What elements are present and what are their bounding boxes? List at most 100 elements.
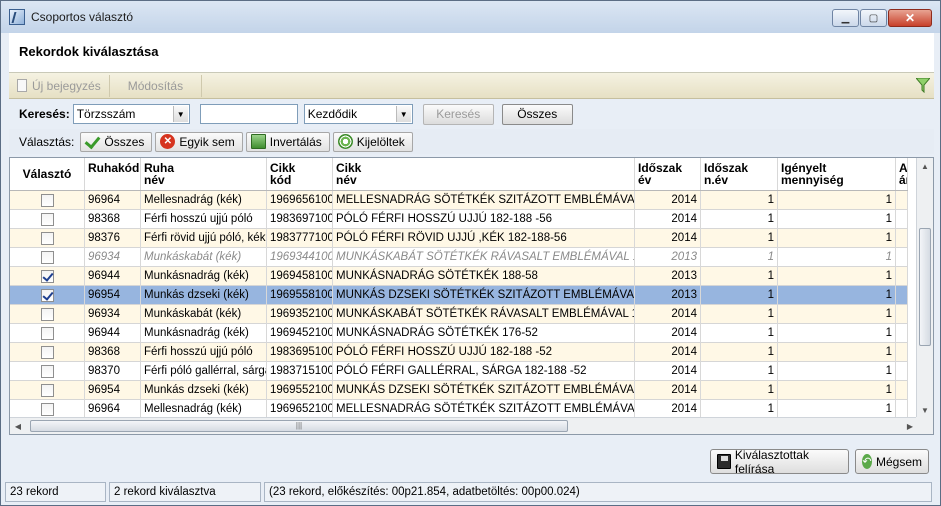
cancel-icon: ✕ — [160, 134, 176, 149]
horizontal-scrollbar[interactable]: ◀ ||| ▶ — [10, 417, 918, 434]
select-all-button[interactable]: Összes — [80, 131, 153, 152]
records-table: Választó Ruhakód Ruha név Cikk kód Cikk név I… — [9, 157, 934, 435]
row-checkbox[interactable] — [40, 194, 54, 207]
selected-only-label: Kijelöltek — [356, 134, 405, 149]
table-row[interactable]: 96954 Munkás dzseki (kék) 1969552100 MUNKÁS… — [10, 381, 908, 400]
cancel-button[interactable]: ↶ Mégsem — [855, 449, 929, 474]
scroll-left-icon[interactable]: ◀ — [10, 418, 26, 434]
table-row[interactable]: 96934 Munkáskabát (kék) 1969352100 MUNKÁSKA… — [10, 305, 908, 324]
column-header[interactable]: Cikk kód — [267, 158, 333, 190]
row-checkbox[interactable] — [40, 213, 54, 226]
invert-selection-button[interactable]: Invertálás — [245, 131, 330, 152]
modify-label: Módosítás — [127, 78, 184, 93]
table-row[interactable]: 96954 Munkás dzseki (kék) 1969558100 MUNKÁS… — [10, 286, 908, 305]
column-header[interactable]: Cikk név — [333, 158, 635, 190]
cell-ruha-nev: Munkásnadrág (kék) — [141, 267, 267, 286]
cell-cikk-kod: 1969656100 — [267, 191, 333, 210]
cell-ruhakod: 98368 — [85, 210, 141, 229]
row-checkbox[interactable] — [40, 365, 54, 378]
selected-only-button[interactable]: Kijelöltek — [332, 131, 413, 152]
cell-nev: 1 — [701, 362, 778, 381]
table-row[interactable]: 98370 Férfi póló gallérral, sárga 19837151… — [10, 362, 908, 381]
row-checkbox[interactable] — [40, 232, 54, 245]
column-header[interactable]: Időszak n.év — [701, 158, 778, 190]
cell-cikk-kod: 1969458100 — [267, 267, 333, 286]
table-row[interactable]: 98376 Férfi rövid ujjú póló, kék 198377710… — [10, 229, 908, 248]
cell-cikk-nev: PÓLÓ FÉRFI RÖVID UJJÚ ,KÉK 182-188-56 — [333, 229, 635, 248]
row-checkbox[interactable] — [40, 403, 54, 416]
horizontal-scroll-thumb[interactable]: ||| — [30, 420, 568, 432]
row-checkbox[interactable] — [40, 327, 54, 340]
cell-ev: 2014 — [635, 381, 701, 400]
table-row[interactable]: 98368 Férfi hosszú ujjú póló 1983697100 PÓL… — [10, 210, 908, 229]
cell-cikk-kod: 1983715100 — [267, 362, 333, 381]
cell-cikk-kod: 1969558100 — [267, 286, 333, 305]
cell-ev: 2014 — [635, 210, 701, 229]
select-none-button[interactable]: ✕ Egyik sem — [155, 131, 243, 152]
column-header[interactable]: Al ár — [896, 158, 908, 190]
search-button[interactable]: Keresés — [422, 103, 494, 125]
cell-ev: 2013 — [635, 286, 701, 305]
cell-ruhakod: 96934 — [85, 305, 141, 324]
cell-menny: 1 — [778, 324, 896, 343]
cell-cikk-kod: 1969344100 — [267, 248, 333, 267]
row-checkbox[interactable] — [40, 251, 54, 264]
new-note-button[interactable]: Új bejegyzés — [9, 74, 110, 97]
table-row[interactable]: 96944 Munkásnadrág (kék) 1969452100 MUNKÁSN… — [10, 324, 908, 343]
row-checkbox[interactable] — [40, 308, 54, 321]
cell-cikk-nev: PÓLÓ FÉRFI HOSSZÚ UJJÚ 182-188 -56 — [333, 210, 635, 229]
table-header: Választó Ruhakód Ruha név Cikk kód Cikk név I… — [10, 158, 908, 191]
cell-menny: 1 — [778, 286, 896, 305]
table-row[interactable]: 96944 Munkásnadrág (kék) 1969458100 MUNKÁSN… — [10, 267, 908, 286]
minimize-button[interactable]: ▁ — [832, 9, 859, 27]
cell-ruhakod: 98370 — [85, 362, 141, 381]
cell-ruha-nev: Férfi hosszú ujjú póló — [141, 343, 267, 362]
scroll-up-icon[interactable]: ▲ — [917, 158, 933, 175]
vertical-scrollbar[interactable]: ▲ ▼ — [916, 158, 933, 419]
search-label: Keresés: — [19, 107, 70, 121]
cell-price — [896, 267, 908, 286]
cell-cikk-nev: MUNKÁSKABÁT SÖTÉTKÉK RÁVASALT EMBLÉMÁVAL… — [333, 305, 635, 324]
column-header[interactable]: Időszak év — [635, 158, 701, 190]
cell-price — [896, 381, 908, 400]
row-checkbox[interactable] — [40, 270, 54, 283]
chevron-down-icon: ▼ — [172, 106, 188, 122]
cell-nev: 1 — [701, 267, 778, 286]
cell-cikk-nev: MELLESNADRÁG SÖTÉTKÉK SZITÁZOTT EMBLÉMÁV… — [333, 191, 635, 210]
show-all-button[interactable]: Összes — [501, 103, 573, 125]
status-selected: 2 rekord kiválasztva — [109, 482, 261, 502]
cell-cikk-nev: MUNKÁS DZSEKI SÖTÉTKÉK SZITÁZOTT EMBLÉMÁ… — [333, 286, 635, 305]
selection-label: Választás: — [19, 134, 75, 149]
column-header[interactable]: Igényelt mennyiség — [778, 158, 896, 190]
column-header[interactable]: Ruha név — [141, 158, 267, 190]
cell-price — [896, 248, 908, 267]
cell-cikk-kod: 1983777100 — [267, 229, 333, 248]
status-timing: (23 rekord, előkészítés: 00p21.854, adat… — [264, 482, 932, 502]
cell-ruhakod: 96964 — [85, 191, 141, 210]
window: Csoportos választó ▁ ▢ ✕ Rekordok kivála… — [0, 0, 941, 506]
vertical-scroll-thumb[interactable] — [919, 228, 931, 346]
filter-icon[interactable] — [916, 78, 930, 93]
row-checkbox[interactable] — [40, 384, 54, 397]
cell-ev: 2014 — [635, 324, 701, 343]
search-field-select[interactable]: Törzsszám ▼ — [72, 104, 190, 124]
cell-ruha-nev: Mellesnadrág (kék) — [141, 191, 267, 210]
row-checkbox[interactable] — [40, 289, 54, 302]
column-header[interactable]: Ruhakód — [85, 158, 141, 190]
cell-ruhakod: 98376 — [85, 229, 141, 248]
column-header[interactable]: Választó — [10, 158, 85, 190]
table-row[interactable]: 98368 Férfi hosszú ujjú póló 1983695100 PÓL… — [10, 343, 908, 362]
search-input[interactable] — [199, 104, 298, 124]
modify-button[interactable]: Módosítás — [110, 74, 203, 97]
cell-ev: 2014 — [635, 229, 701, 248]
search-mode-select[interactable]: Kezdődik ▼ — [303, 104, 413, 124]
row-checkbox[interactable] — [40, 346, 54, 359]
select-cell — [10, 248, 85, 267]
table-row[interactable]: 96934 Munkáskabát (kék) 1969344100 MUNKÁSKA… — [10, 248, 908, 267]
scroll-corner — [916, 417, 933, 434]
table-row[interactable]: 96964 Mellesnadrág (kék) 1969656100 MELLESN… — [10, 191, 908, 210]
maximize-button[interactable]: ▢ — [860, 9, 887, 27]
write-selected-button[interactable]: Kiválasztottak felírása — [710, 448, 849, 476]
close-button[interactable]: ✕ — [888, 9, 932, 27]
select-cell — [10, 286, 85, 305]
